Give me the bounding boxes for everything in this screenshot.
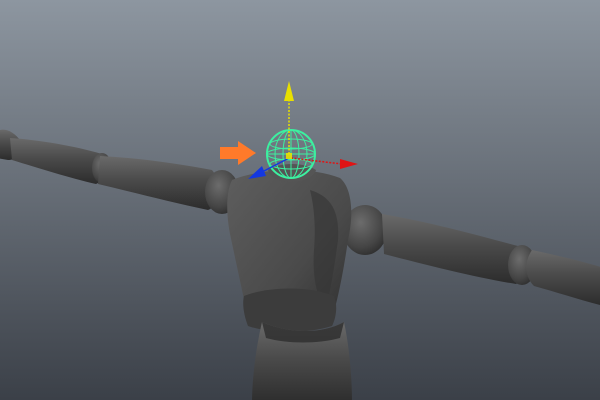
- orange-arrow-shaft: [220, 147, 240, 159]
- scene-canvas[interactable]: [0, 0, 600, 400]
- abdomen[interactable]: [243, 288, 337, 333]
- gizmo-center-handle[interactable]: [286, 153, 292, 159]
- viewport-3d[interactable]: [0, 0, 600, 400]
